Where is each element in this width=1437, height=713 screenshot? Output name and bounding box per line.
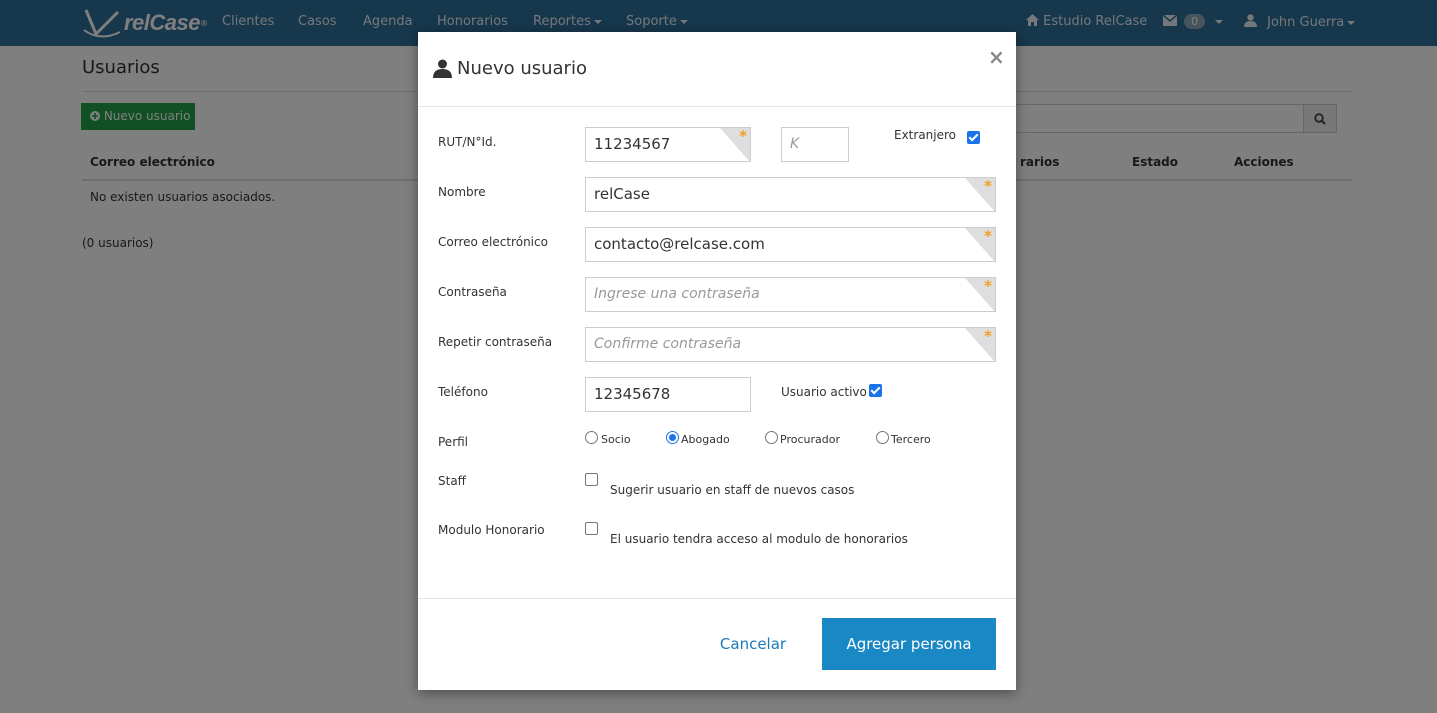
active-checkbox[interactable] (869, 384, 882, 397)
foreign-checkbox[interactable] (967, 131, 980, 144)
profile-label: Perfil (438, 435, 469, 449)
password-label: Contraseña (438, 285, 507, 299)
rut-dv-input[interactable]: K (781, 127, 849, 162)
profile-option-socio: Socio (601, 433, 631, 446)
profile-option-tercero: Tercero (891, 433, 931, 446)
required-star: * (984, 327, 992, 345)
active-label: Usuario activo (781, 385, 867, 399)
name-value: relCase (594, 185, 650, 203)
profile-radio-tercero[interactable] (876, 431, 889, 444)
profile-radio-abogado[interactable] (666, 431, 679, 444)
password-repeat-placeholder: Confirme contraseña (594, 336, 742, 352)
add-person-button[interactable]: Agregar persona (822, 618, 996, 670)
new-user-modal: Nuevo usuario × RUT/N°Id. 11234567 * K E… (418, 32, 1016, 690)
password-placeholder: Ingrese una contraseña (594, 286, 760, 302)
staff-description: Sugerir usuario en staff de nuevos casos (610, 483, 855, 497)
profile-radio-socio[interactable] (585, 431, 598, 444)
required-star: * (984, 277, 992, 295)
modal-footer-divider (418, 598, 1016, 599)
required-star: * (984, 227, 992, 245)
profile-radio-procurador[interactable] (765, 431, 778, 444)
user-icon (433, 59, 452, 78)
email-label: Correo electrónico (438, 235, 548, 249)
modal-header: Nuevo usuario × (418, 32, 1016, 107)
rut-input[interactable]: 11234567 * (585, 127, 751, 162)
foreign-label: Extranjero (894, 128, 957, 142)
required-star: * (984, 177, 992, 195)
required-star: * (739, 127, 747, 145)
rut-label: RUT/N°Id. (438, 135, 497, 149)
fees-module-checkbox[interactable] (585, 522, 598, 535)
email-input[interactable]: contacto@relcase.com * (585, 227, 996, 262)
password-input[interactable]: Ingrese una contraseña * (585, 277, 996, 312)
close-icon[interactable]: × (988, 45, 1005, 69)
email-value: contacto@relcase.com (594, 235, 765, 253)
modal-title: Nuevo usuario (433, 58, 587, 79)
name-input[interactable]: relCase * (585, 177, 996, 212)
cancel-button[interactable]: Cancelar (708, 619, 798, 669)
phone-input[interactable]: 12345678 (585, 377, 751, 412)
password-repeat-label: Repetir contraseña (438, 335, 553, 349)
password-repeat-input[interactable]: Confirme contraseña * (585, 327, 996, 362)
profile-option-procurador: Procurador (780, 433, 840, 446)
rut-value: 11234567 (594, 135, 671, 153)
fees-module-label: Modulo Honorario (438, 523, 545, 537)
modal-title-text: Nuevo usuario (457, 58, 587, 79)
profile-option-abogado: Abogado (681, 433, 730, 446)
phone-label: Teléfono (438, 385, 488, 399)
staff-checkbox[interactable] (585, 473, 598, 486)
staff-label: Staff (438, 474, 466, 488)
fees-module-description: El usuario tendra acceso al modulo de ho… (610, 532, 908, 546)
name-label: Nombre (438, 185, 486, 199)
